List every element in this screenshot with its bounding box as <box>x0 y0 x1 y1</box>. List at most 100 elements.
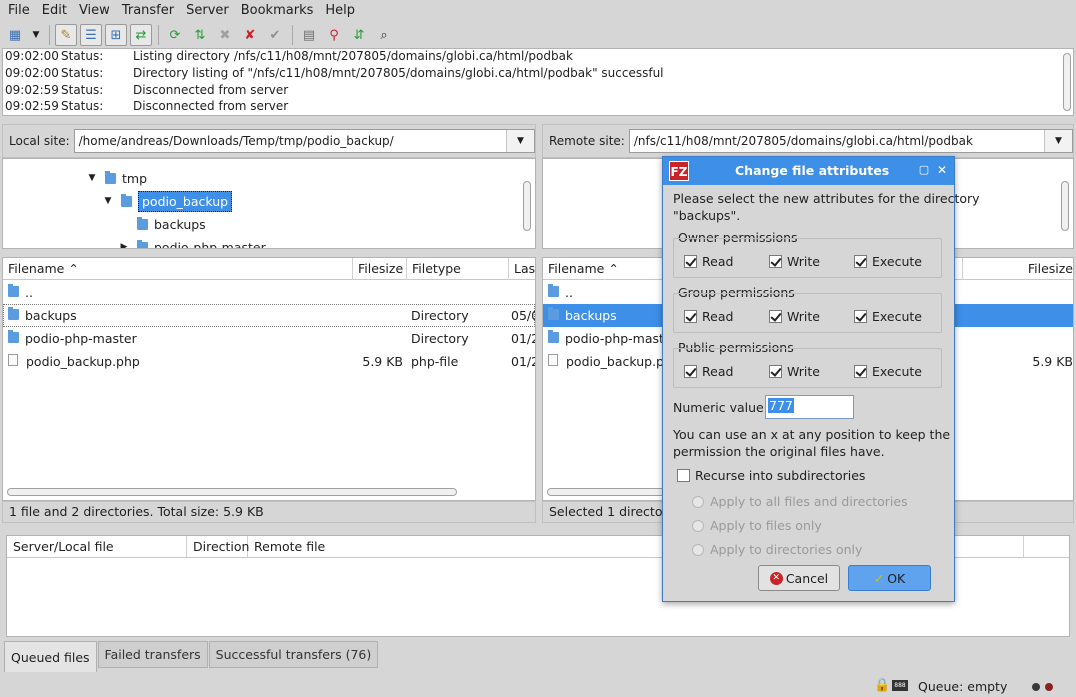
column-filesize[interactable]: Filesize <box>963 258 1073 280</box>
sort-up-icon: ⌃ <box>608 261 619 276</box>
expand-right-icon[interactable]: ▶ <box>117 242 131 248</box>
local-tree-scrollbar[interactable] <box>523 181 531 231</box>
disconnect-icon[interactable]: ✘ <box>239 24 261 46</box>
toggle-log-icon[interactable]: ✎ <box>55 24 77 46</box>
search-icon[interactable]: ⌕ <box>373 24 395 46</box>
compare-icon[interactable]: ⚲ <box>323 24 345 46</box>
dialog-title: Change file attributes <box>735 163 890 178</box>
tab-failed-transfers[interactable]: Failed transfers <box>97 641 208 668</box>
toggle-tree-icon[interactable]: ☰ <box>80 24 102 46</box>
folder-icon <box>8 284 19 297</box>
menu-help[interactable]: Help <box>319 0 361 22</box>
remote-site-combo[interactable]: /nfs/c11/h08/mnt/207805/domains/globi.ca… <box>628 129 1073 153</box>
folder-icon <box>137 216 148 230</box>
group-read-checkbox[interactable]: Read <box>684 309 733 324</box>
menu-bookmarks[interactable]: Bookmarks <box>235 0 320 22</box>
remote-site-bar: Remote site: /nfs/c11/h08/mnt/207805/dom… <box>542 124 1074 158</box>
owner-write-checkbox[interactable]: Write <box>769 254 820 269</box>
menu-file[interactable]: File <box>2 0 36 22</box>
log-scrollbar[interactable] <box>1063 53 1071 111</box>
toolbar: ▦ ▼ ✎ ☰ ⊞ ⇄ ⟳ ⇅ ✖ ✘ ✔ ▤ ⚲ ⇵ ⌕ <box>0 22 1076 48</box>
speed-limit-icon[interactable]: 888 <box>892 680 908 691</box>
local-list-hscrollbar[interactable] <box>7 488 457 496</box>
owner-read-checkbox[interactable]: Read <box>684 254 733 269</box>
tree-item-podio-php-master[interactable]: ▶ podio-php-master <box>117 236 266 248</box>
filter-icon[interactable]: ▤ <box>298 24 320 46</box>
process-queue-icon[interactable]: ⇅ <box>189 24 211 46</box>
column-direction[interactable]: Direction <box>187 536 249 558</box>
hint-text-line1: You can use an x at any position to keep… <box>673 427 951 442</box>
column-filetype[interactable]: Filetype <box>407 258 509 280</box>
lock-icon: 🔒 <box>874 678 891 693</box>
menu-server[interactable]: Server <box>180 0 235 22</box>
folder-icon <box>105 170 116 184</box>
remote-tree-scrollbar[interactable] <box>1061 181 1069 231</box>
column-last-modified[interactable]: Last <box>509 258 535 280</box>
chevron-down-icon[interactable]: ▼ <box>1044 130 1072 152</box>
owner-execute-checkbox[interactable]: Execute <box>854 254 922 269</box>
remote-list-hscrollbar[interactable] <box>547 488 667 496</box>
public-read-checkbox[interactable]: Read <box>684 364 733 379</box>
tree-item-podio-backup[interactable]: ▼ podio_backup <box>101 190 233 212</box>
tab-queued-files[interactable]: Queued files <box>4 641 97 672</box>
folder-icon <box>8 330 19 343</box>
remote-site-label: Remote site: <box>549 134 625 148</box>
cancel-operation-icon[interactable]: ✖ <box>214 24 236 46</box>
table-row[interactable]: podio-php-master Directory 01/2 <box>3 327 535 350</box>
intro-text-line1: Please select the new attributes for the… <box>673 191 980 206</box>
expand-down-icon[interactable]: ▼ <box>101 196 115 206</box>
group-execute-checkbox[interactable]: Execute <box>854 309 922 324</box>
column-filename[interactable]: Filename ⌃ <box>3 258 353 280</box>
remote-site-path[interactable]: /nfs/c11/h08/mnt/207805/domains/globi.ca… <box>630 134 1044 148</box>
tree-item-backups[interactable]: backups <box>137 213 206 235</box>
toggle-queue-icon[interactable]: ⇄ <box>130 24 152 46</box>
column-server-local-file[interactable]: Server/Local file <box>7 536 187 558</box>
site-manager-dropdown-icon[interactable]: ▼ <box>29 24 43 46</box>
group-write-checkbox[interactable]: Write <box>769 309 820 324</box>
radio-apply-all[interactable]: Apply to all files and directories <box>692 494 908 509</box>
table-row[interactable]: backups Directory 05/0 <box>3 304 535 327</box>
file-icon <box>8 354 18 366</box>
ok-button[interactable]: ✓ OK <box>848 565 931 591</box>
folder-icon <box>121 193 132 207</box>
local-file-list: Filename ⌃ Filesize Filetype Last .. bac… <box>2 257 536 501</box>
radio-apply-directories[interactable]: Apply to directories only <box>692 542 862 557</box>
column-filesize[interactable]: Filesize <box>353 258 407 280</box>
local-site-path[interactable]: /home/andreas/Downloads/Temp/tmp/podio_b… <box>75 134 506 148</box>
tab-successful-transfers[interactable]: Successful transfers (76) <box>208 641 379 668</box>
download-led-icon <box>1045 683 1053 691</box>
log-row: 09:02:59 Status: Disconnected from server <box>5 99 289 114</box>
numeric-value-label: Numeric value: <box>673 400 768 415</box>
tree-item-tmp[interactable]: ▼ tmp <box>85 167 147 189</box>
cancel-button[interactable]: ✕ Cancel <box>758 565 840 591</box>
local-status-text: 1 file and 2 directories. Total size: 5.… <box>2 501 536 523</box>
menu-edit[interactable]: Edit <box>36 0 73 22</box>
reconnect-icon[interactable]: ✔ <box>264 24 286 46</box>
table-row[interactable]: podio_backup.php 5.9 KB php-file 01/2 <box>3 350 535 373</box>
expand-down-icon[interactable]: ▼ <box>85 173 99 183</box>
queue-status: Queue: empty <box>918 679 1008 694</box>
site-manager-icon[interactable]: ▦ <box>4 24 26 46</box>
maximize-icon[interactable]: ▢ <box>917 163 931 177</box>
close-icon[interactable]: ✕ <box>935 163 949 177</box>
public-write-checkbox[interactable]: Write <box>769 364 820 379</box>
recurse-subdirectories-checkbox[interactable]: Recurse into subdirectories <box>677 468 865 483</box>
radio-apply-files[interactable]: Apply to files only <box>692 518 822 533</box>
toggle-remote-tree-icon[interactable]: ⊞ <box>105 24 127 46</box>
menu-view[interactable]: View <box>73 0 116 22</box>
refresh-icon[interactable]: ⟳ <box>164 24 186 46</box>
log-row: 09:02:59 Status: Disconnected from server <box>5 82 289 97</box>
local-site-label: Local site: <box>9 134 70 148</box>
local-site-combo[interactable]: /home/andreas/Downloads/Temp/tmp/podio_b… <box>73 129 535 153</box>
menu-transfer[interactable]: Transfer <box>116 0 180 22</box>
hint-text-line2: permission the original files have. <box>673 444 885 459</box>
sync-browse-icon[interactable]: ⇵ <box>348 24 370 46</box>
checkmark-icon: ✓ <box>873 570 885 586</box>
toolbar-separator <box>292 25 293 45</box>
public-execute-checkbox[interactable]: Execute <box>854 364 922 379</box>
dialog-titlebar[interactable]: FZ Change file attributes ▢ ✕ <box>663 157 954 185</box>
change-file-attributes-dialog: FZ Change file attributes ▢ ✕ Please sel… <box>662 156 980 602</box>
table-row[interactable]: .. <box>3 281 535 304</box>
chevron-down-icon[interactable]: ▼ <box>506 130 534 152</box>
numeric-value-input[interactable]: 777 <box>765 395 854 419</box>
